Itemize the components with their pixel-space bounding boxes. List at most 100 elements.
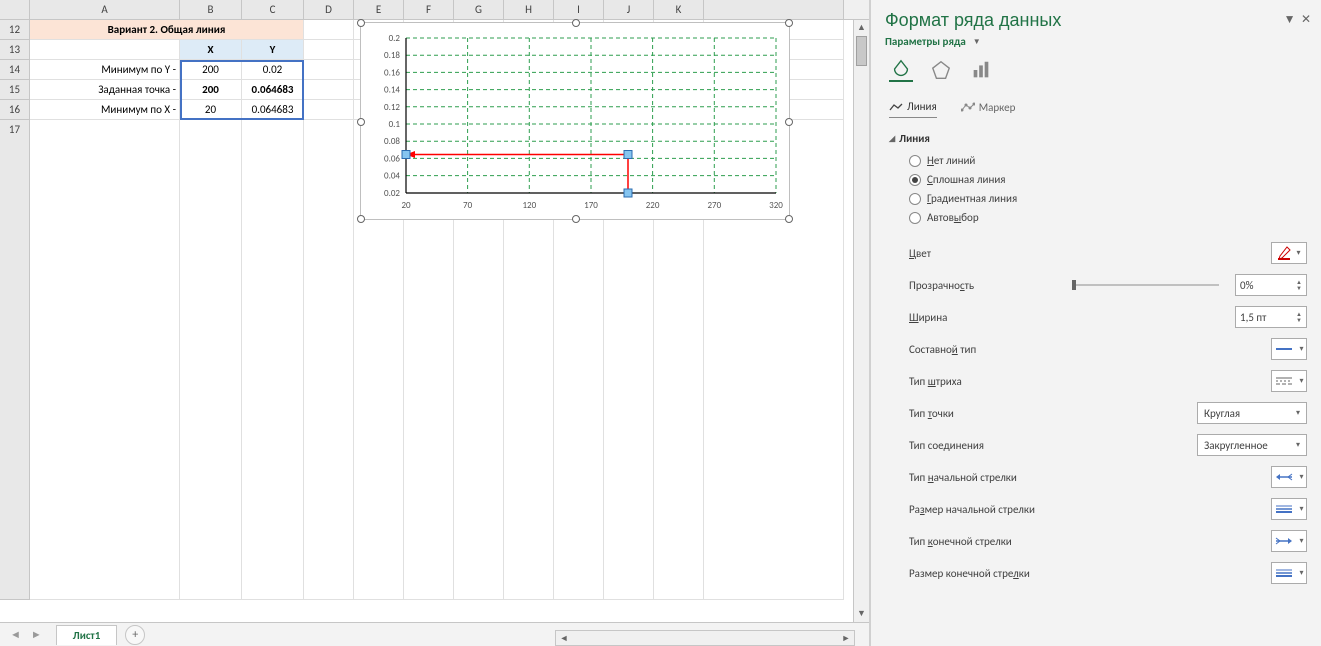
begin-arrow-type-button[interactable]: ▾	[1271, 466, 1307, 488]
next-sheet-icon[interactable]: ►	[27, 626, 46, 643]
x-tick: 270	[707, 200, 721, 211]
sheet-tab-active[interactable]: Лист1	[56, 625, 118, 645]
col-header-D[interactable]: D	[304, 0, 354, 19]
row-header-13[interactable]: 13	[0, 40, 30, 60]
series-options-icon[interactable]	[969, 58, 993, 82]
end-arrow-type-button[interactable]: ▾	[1271, 530, 1307, 552]
col-header-K[interactable]: K	[654, 0, 704, 19]
row-header-15[interactable]: 15	[0, 80, 30, 100]
transparency-slider[interactable]	[1072, 284, 1219, 286]
cell[interactable]	[242, 120, 304, 600]
prop-join: Тип соединения Закругленное▾	[885, 429, 1307, 461]
label-min-y[interactable]: Минимум по Y -	[30, 60, 180, 80]
prop-end-arrow-type: Тип конечной стрелки ▾	[885, 525, 1307, 557]
cell[interactable]	[304, 40, 354, 60]
row-headers: 12 13 14 15 16 17	[0, 20, 30, 600]
select-all-corner[interactable]	[0, 0, 30, 19]
effects-icon[interactable]	[929, 58, 953, 82]
cell[interactable]	[180, 120, 242, 600]
row-header-14[interactable]: 14	[0, 60, 30, 80]
y-tick: 0.18	[384, 50, 400, 61]
join-type-dropdown[interactable]: Закругленное▾	[1197, 434, 1307, 456]
val-min-y-y[interactable]: 0.02	[242, 60, 304, 80]
y-tick: 0.04	[384, 171, 400, 182]
chart-series-line[interactable]	[406, 155, 628, 194]
scroll-left-icon[interactable]: ◄	[556, 633, 572, 644]
horizontal-scrollbar[interactable]: ◄ ►	[555, 630, 855, 646]
cell[interactable]	[304, 120, 354, 600]
chart-svg: 0.2 0.18 0.16 0.14 0.12 0.1 0.08 0.06 0.…	[361, 23, 791, 221]
vertical-scrollbar[interactable]: ▲ ▼	[853, 20, 869, 622]
row-header-17[interactable]: 17	[0, 120, 30, 600]
header-x[interactable]: X	[180, 40, 242, 60]
y-tick: 0.08	[384, 136, 400, 147]
prop-cap: Тип точки Круглая▾	[885, 397, 1307, 429]
val-min-y-x[interactable]: 200	[180, 60, 242, 80]
scroll-up-icon[interactable]: ▲	[854, 20, 869, 36]
prop-compound: Составной тип ▾	[885, 333, 1307, 365]
label-min-x[interactable]: Минимум по X -	[30, 100, 180, 120]
val-min-x-x[interactable]: 20	[180, 100, 242, 120]
prop-end-arrow-size: Размер конечной стрелки ▾	[885, 557, 1307, 589]
header-y[interactable]: Y	[242, 40, 304, 60]
cell[interactable]	[30, 120, 180, 600]
chart-object[interactable]: 0.2 0.18 0.16 0.14 0.12 0.1 0.08 0.06 0.…	[360, 22, 790, 220]
row-header-16[interactable]: 16	[0, 100, 30, 120]
scroll-down-icon[interactable]: ▼	[854, 606, 869, 622]
compound-type-button[interactable]: ▾	[1271, 338, 1307, 360]
col-header-J[interactable]: J	[604, 0, 654, 19]
radio-auto[interactable]: Автовыбор	[909, 208, 1307, 227]
tab-marker[interactable]: Маркер	[961, 96, 1016, 118]
y-tick: 0.16	[384, 67, 400, 78]
y-tick: 0.02	[384, 188, 400, 199]
line-type-radios: Нет линий Сплошная линия Градиентная лин…	[909, 151, 1307, 227]
cell[interactable]	[30, 40, 180, 60]
add-sheet-button[interactable]: +	[125, 625, 145, 645]
cap-type-dropdown[interactable]: Круглая▾	[1197, 402, 1307, 424]
cell[interactable]	[304, 100, 354, 120]
prop-dash: Тип штриха ▾	[885, 365, 1307, 397]
col-header-B[interactable]: B	[180, 0, 242, 19]
val-point-y[interactable]: 0.064683	[242, 80, 304, 100]
close-icon[interactable]: ✕	[1301, 13, 1311, 27]
prev-sheet-icon[interactable]: ◄	[6, 626, 25, 643]
section-line[interactable]: Линия	[889, 126, 1307, 151]
title-cell[interactable]: Вариант 2. Общая линия	[30, 20, 304, 40]
radio-solid-line[interactable]: Сплошная линия	[909, 170, 1307, 189]
radio-gradient-line[interactable]: Градиентная линия	[909, 189, 1307, 208]
sheet-nav: ◄ ►	[0, 626, 52, 643]
begin-arrow-size-button[interactable]: ▾	[1271, 498, 1307, 520]
col-header-I[interactable]: I	[554, 0, 604, 19]
format-pane: ▼ ✕ Формат ряда данных Параметры ряда▼ Л…	[870, 0, 1321, 646]
cell[interactable]	[304, 20, 354, 40]
transparency-value[interactable]: 0% ▲▼	[1235, 274, 1307, 296]
tab-line[interactable]: Линия	[889, 96, 937, 118]
val-point-x[interactable]: 200	[180, 80, 242, 100]
prop-width: Ширина 1,5 пт ▲▼	[885, 301, 1307, 333]
label-point[interactable]: Заданная точка -	[30, 80, 180, 100]
col-header-G[interactable]: G	[454, 0, 504, 19]
scroll-right-icon[interactable]: ►	[838, 633, 854, 644]
series-selection-markers	[402, 151, 632, 198]
cell[interactable]	[304, 60, 354, 80]
width-value[interactable]: 1,5 пт ▲▼	[1235, 306, 1307, 328]
col-header-F[interactable]: F	[404, 0, 454, 19]
val-min-x-y[interactable]: 0.064683	[242, 100, 304, 120]
end-arrow-size-button[interactable]: ▾	[1271, 562, 1307, 584]
radio-no-line[interactable]: Нет линий	[909, 151, 1307, 170]
color-picker-button[interactable]: ▾	[1271, 242, 1307, 264]
series-options-dropdown[interactable]: Параметры ряда▼	[885, 35, 1307, 48]
spreadsheet-area: A B C D E F G H I J K 12 13 14 15 16 17 …	[0, 0, 870, 646]
y-tick: 0.1	[389, 119, 401, 130]
col-header-A[interactable]: A	[30, 0, 180, 19]
col-header-rest[interactable]	[704, 0, 844, 19]
dash-type-button[interactable]: ▾	[1271, 370, 1307, 392]
col-header-C[interactable]: C	[242, 0, 304, 19]
task-pane-options-icon[interactable]: ▼	[1284, 13, 1296, 27]
row-header-12[interactable]: 12	[0, 20, 30, 40]
scroll-thumb[interactable]	[856, 36, 867, 66]
col-header-E[interactable]: E	[354, 0, 404, 19]
cell[interactable]	[304, 80, 354, 100]
col-header-H[interactable]: H	[504, 0, 554, 19]
fill-line-icon[interactable]	[889, 58, 913, 82]
